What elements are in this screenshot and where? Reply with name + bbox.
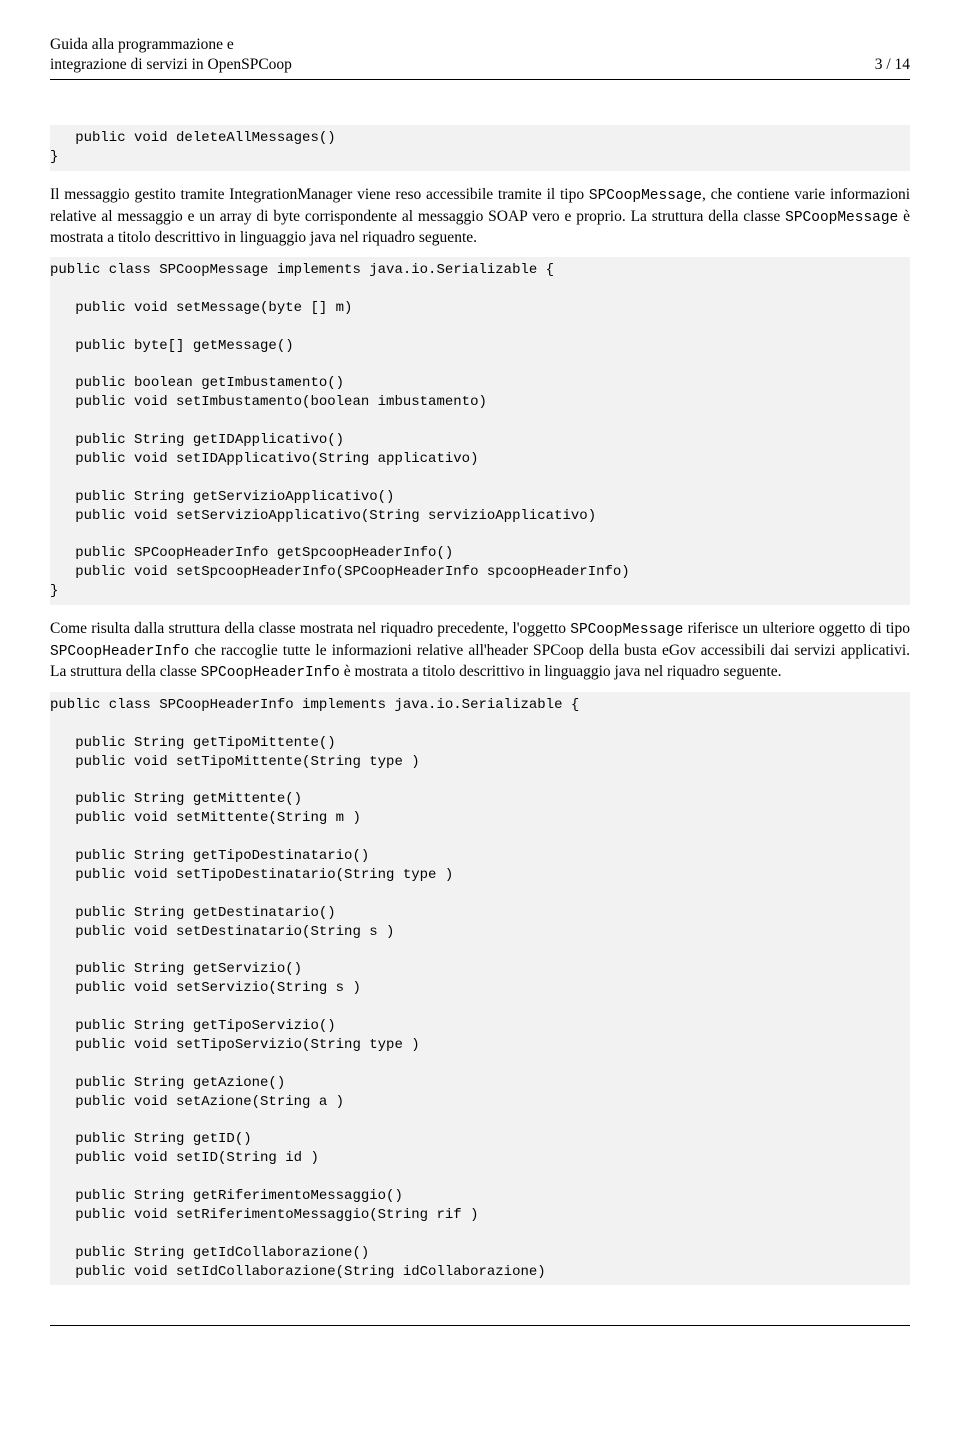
- para2-code2: SPCoopHeaderInfo: [50, 644, 189, 660]
- paragraph-spcoopmessage-intro: Il messaggio gestito tramite Integration…: [50, 185, 910, 249]
- para2-mid1: riferisce un ulteriore oggetto di tipo: [683, 620, 910, 637]
- code-block-spcoopheaderinfo: public class SPCoopHeaderInfo implements…: [50, 692, 910, 1286]
- para1-code2: SPCoopMessage: [785, 210, 898, 226]
- paragraph-spcoopheaderinfo-intro: Come risulta dalla struttura della class…: [50, 619, 910, 684]
- para2-post: è mostrata a titolo descrittivo in lingu…: [340, 663, 782, 680]
- para1-code1: SPCoopMessage: [589, 188, 702, 204]
- header-title-line1: Guida alla programmazione e: [50, 36, 234, 53]
- header-title-line2: integrazione di servizi in OpenSPCoop: [50, 56, 292, 73]
- para2-code1: SPCoopMessage: [570, 622, 683, 638]
- spacer: [50, 80, 910, 125]
- para2-pre: Come risulta dalla struttura della class…: [50, 620, 570, 637]
- para2-code3: SPCoopHeaderInfo: [201, 665, 340, 681]
- page-header: Guida alla programmazione e integrazione…: [50, 35, 910, 75]
- footer-rule: [50, 1325, 910, 1326]
- code-block-spcoopmessage: public class SPCoopMessage implements ja…: [50, 257, 910, 605]
- page-indicator: 3 / 14: [875, 55, 910, 75]
- code-block-deleteallmessages: public void deleteAllMessages() }: [50, 125, 910, 171]
- page-container: Guida alla programmazione e integrazione…: [0, 0, 960, 1376]
- para1-pre: Il messaggio gestito tramite Integration…: [50, 186, 589, 203]
- header-title: Guida alla programmazione e integrazione…: [50, 35, 292, 75]
